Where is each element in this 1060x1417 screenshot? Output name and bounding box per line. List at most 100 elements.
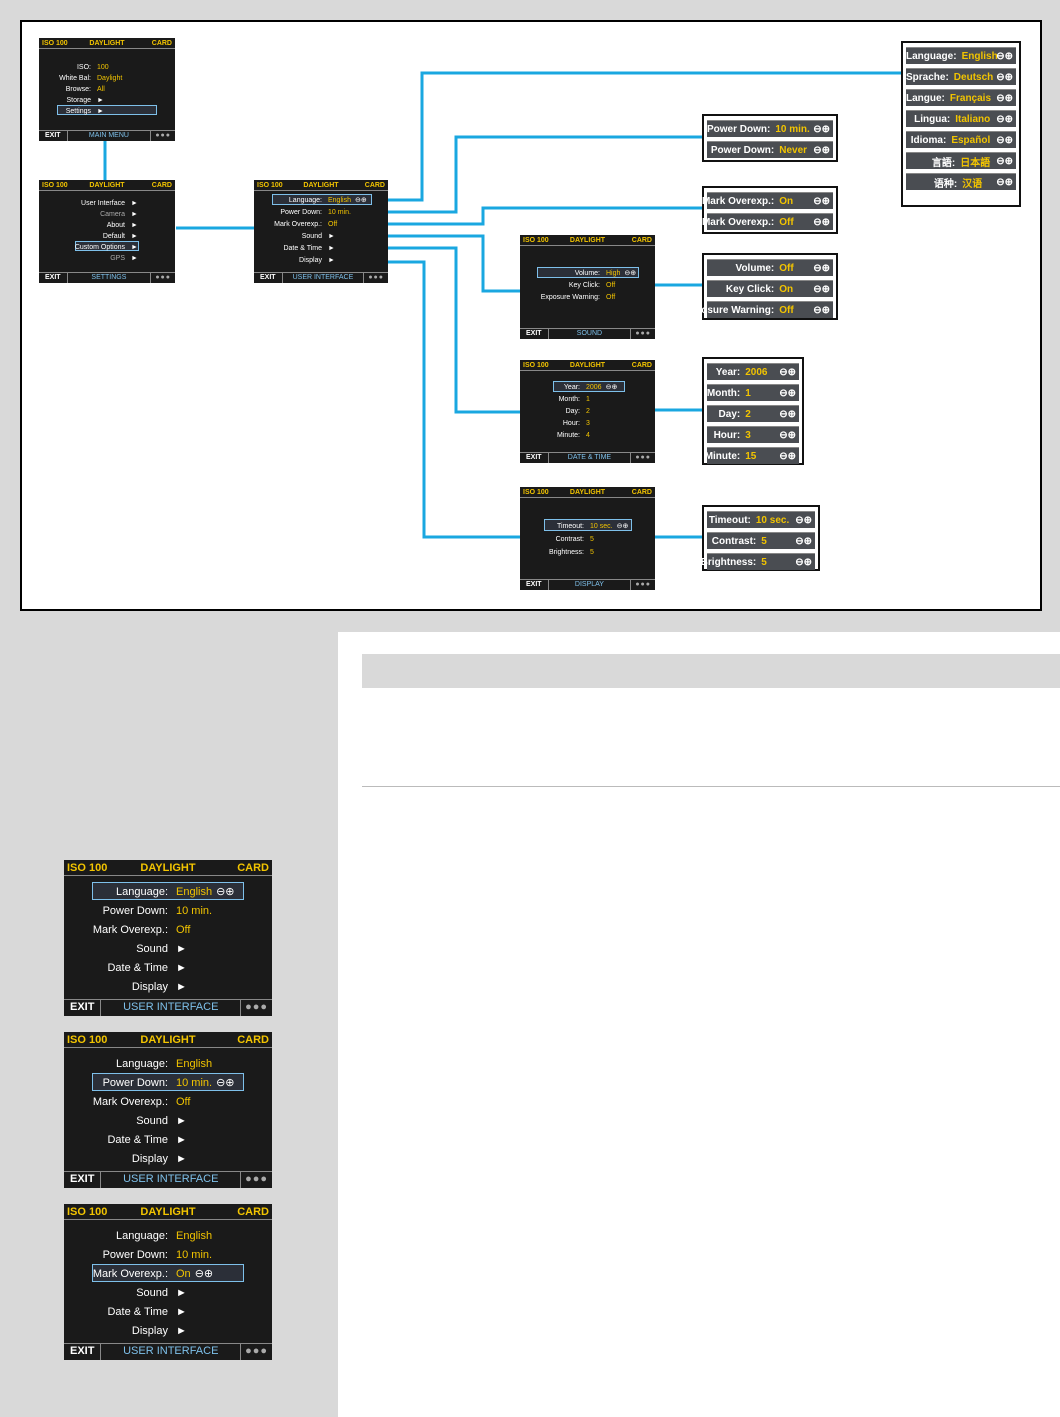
menu-row-value: 10 sec. [590, 523, 613, 530]
option-row: 语种: 汉语 ⊖⊕ [906, 173, 1016, 190]
plus-minus-icon: ⊖⊕ [795, 514, 812, 526]
menu-row-value: Daylight [97, 75, 123, 82]
plus-minus-icon: ⊖⊕ [779, 450, 796, 462]
menu-row: Year: 2006 ⊖⊕ [520, 382, 655, 394]
option-label: Idioma: [910, 134, 947, 146]
option-label: Contrast: [711, 535, 757, 547]
side-screen-language-selected: ISO 100 DAYLIGHT CARD Language: English ⊖⊕ Pow… [64, 860, 272, 1016]
menu-row: Contrast: 5 [520, 533, 655, 546]
menu-row: Sound ► [254, 231, 388, 243]
page-dots-icon: ●●● [630, 452, 655, 463]
plus-minus-icon: ⊖⊕ [779, 387, 796, 399]
menu-row-label: Mark Overexp.: [92, 1096, 168, 1108]
option-row: Key Click: On ⊖⊕ [707, 280, 833, 297]
menu-row: Display ► [64, 978, 272, 997]
page-dots-icon: ●●● [150, 272, 175, 283]
menu-row-value: High [606, 270, 621, 277]
option-label: Hour: [713, 429, 741, 441]
menu-row-label: Custom Options [74, 244, 125, 251]
menu-row: Language: English ⊖⊕ [254, 195, 388, 207]
option-row: Volume: Off ⊖⊕ [707, 259, 833, 276]
screen-header: ISO 100 DAYLIGHT CARD [64, 1032, 272, 1048]
option-value: Italiano [955, 113, 991, 125]
display-screen: ISO 100 DAYLIGHT CARD Timeout: 10 sec. ⊖⊕ Cont… [520, 487, 655, 590]
plus-minus-icon: ⊖⊕ [996, 50, 1013, 62]
menu-row-value: ► [176, 1287, 187, 1299]
menu-row: Date & Time ► [64, 1131, 272, 1150]
option-label: Year: [715, 366, 741, 378]
option-label: Mark Overexp.: [701, 216, 775, 228]
screen-header: ISO 100 DAYLIGHT CARD [254, 180, 388, 191]
power-down-options-box: Power Down: 10 min. ⊖⊕ Power Down: Never ⊖⊕ [702, 114, 838, 162]
menu-row-label: Display [131, 1325, 168, 1337]
menu-row-label: Display [131, 1153, 168, 1165]
menu-row: Day: 2 [520, 406, 655, 418]
menu-row-label: Date & Time [107, 1306, 168, 1318]
option-value: On [779, 283, 794, 295]
menu-row-value: 10 min. [328, 209, 351, 216]
menu-row: Volume: High ⊖⊕ [520, 268, 655, 280]
exit-button: EXIT [39, 130, 68, 141]
menu-row-label: Power Down: [280, 209, 322, 216]
menu-row-value: ► [328, 257, 335, 264]
option-value: Français [949, 92, 992, 104]
settings-screen: ISO 100 DAYLIGHT CARD User Interface ► Camera… [39, 180, 175, 283]
option-value: 3 [745, 429, 751, 441]
menu-row: Month: 1 [520, 394, 655, 406]
option-value: Off [779, 262, 794, 274]
page-dots-icon: ●●● [630, 328, 655, 339]
menu-row-value: 10 min. [176, 1077, 213, 1089]
menu-row: GPS ► [39, 253, 175, 264]
user-interface-screen: ISO 100 DAYLIGHT CARD Language: English ⊖⊕ Pow… [254, 180, 388, 283]
option-label: 语种: [933, 178, 958, 190]
screen-title: SETTINGS [91, 274, 127, 281]
menu-row-label: Power Down: [102, 905, 168, 917]
plus-minus-icon: ⊖⊕ [354, 197, 367, 204]
menu-row: Hour: 3 [520, 418, 655, 430]
plus-minus-icon: ⊖⊕ [194, 1268, 214, 1280]
option-value: 15 [745, 450, 757, 462]
option-label: Power Down: [710, 144, 775, 156]
menu-row: User Interface ► [39, 198, 175, 209]
screen-footer: EXIT MAIN MENU ●●● [39, 130, 175, 141]
option-value: 10 min. [775, 123, 810, 135]
option-value: Off [779, 304, 794, 316]
menu-row-label: Camera [100, 211, 125, 218]
plus-minus-icon: ⊖⊕ [813, 283, 830, 295]
option-value: 汉语 [962, 178, 983, 190]
option-row: Langue: Français ⊖⊕ [906, 89, 1016, 106]
menu-row-label: Browse: [65, 86, 91, 93]
menu-row: Sound ► [64, 1284, 272, 1303]
option-label: Month: [706, 387, 741, 399]
option-row: 言語: 日本語 ⊖⊕ [906, 152, 1016, 169]
plus-minus-icon: ⊖⊕ [216, 1077, 235, 1089]
option-value: Never [779, 144, 808, 156]
menu-row: Display ► [64, 1322, 272, 1341]
option-label: Power Down: [707, 123, 771, 135]
plus-minus-icon: ⊖⊕ [813, 123, 830, 135]
option-value: Off [779, 216, 794, 228]
plus-minus-icon: ⊖⊕ [813, 195, 830, 207]
menu-row-label: Mark Overexp.: [92, 924, 168, 936]
page-dots-icon: ●●● [240, 1343, 272, 1360]
menu-row-value: 5 [590, 549, 594, 556]
option-row: Exposure Warning: Off ⊖⊕ [683, 301, 833, 318]
menu-row: Language: English ⊖⊕ [64, 883, 272, 902]
screen-header: ISO 100 DAYLIGHT CARD [520, 235, 655, 246]
option-value: Español [951, 134, 991, 146]
menu-row-label: About [106, 222, 125, 229]
menu-row-value: ► [131, 222, 138, 229]
menu-row: ISO: 100 [39, 62, 175, 73]
menu-row-label: Language: [288, 197, 322, 204]
menu-row: Timeout: 10 sec. ⊖⊕ [520, 520, 655, 533]
white-balance-label: DAYLIGHT [140, 862, 196, 874]
menu-row-value: ► [176, 1325, 187, 1337]
main-menu-screen: ISO 100 DAYLIGHT CARD ISO: 100 White Bal: Dayl… [39, 38, 175, 141]
menu-row: Date & Time ► [64, 1303, 272, 1322]
sound-screen: ISO 100 DAYLIGHT CARD Volume: High ⊖⊕ Key Clic… [520, 235, 655, 339]
screen-header: ISO 100 DAYLIGHT CARD [39, 38, 175, 49]
menu-row-label: GPS [110, 255, 125, 262]
option-label: Day: [718, 408, 741, 420]
exit-button: EXIT [520, 328, 549, 339]
screen-header: ISO 100 DAYLIGHT CARD [520, 360, 655, 371]
